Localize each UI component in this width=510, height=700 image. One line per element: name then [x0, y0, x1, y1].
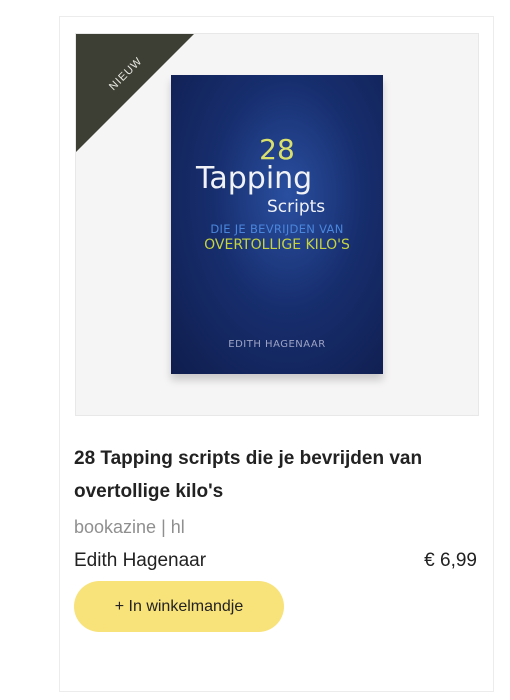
cover-title: Tapping: [196, 161, 313, 196]
cover-author: EDITH HAGENAAR: [228, 339, 326, 350]
product-price: € 6,99: [424, 550, 477, 571]
add-to-cart-button[interactable]: + In winkelmandje: [74, 581, 284, 632]
cover-tagline-2: OVERTOLLIGE KILO'S: [204, 237, 350, 253]
cover-subtitle: Scripts: [267, 197, 326, 217]
product-author: Edith Hagenaar: [74, 550, 207, 571]
product-meta: bookazine | hl: [74, 517, 185, 537]
book-cover-image[interactable]: 28 Tapping Scripts DIE JE BEVRIJDEN VAN …: [171, 75, 383, 374]
product-card: NIEUW 28 Tapping Scripts DIE JE BEVRIJDE…: [59, 16, 494, 692]
cover-tagline-1: DIE JE BEVRIJDEN VAN: [210, 222, 344, 236]
product-title[interactable]: 28 Tapping scripts die je bevrijden van …: [74, 442, 479, 508]
product-image-frame[interactable]: NIEUW 28 Tapping Scripts DIE JE BEVRIJDE…: [75, 33, 479, 416]
